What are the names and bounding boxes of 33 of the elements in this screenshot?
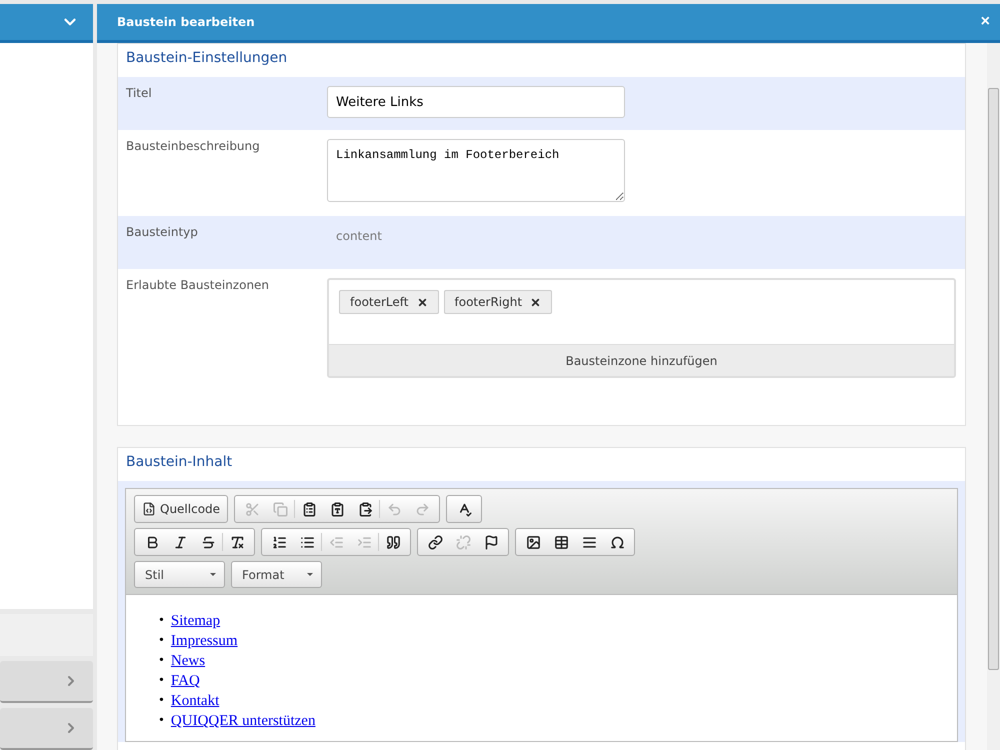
- link[interactable]: FAQ: [170, 671, 200, 691]
- type-value: content: [335, 228, 382, 243]
- field-label: Erlaubte Bausteinzonen: [126, 278, 270, 294]
- source-button[interactable]: Quellcode: [134, 495, 228, 523]
- remove-icon[interactable]: [416, 296, 428, 308]
- remove-icon[interactable]: [530, 296, 542, 308]
- field-label: Bausteintyp: [126, 225, 199, 241]
- style-dropdown[interactable]: Stil: [134, 561, 225, 588]
- section-heading: Baustein-Einstellungen: [125, 49, 288, 68]
- link[interactable]: News: [170, 651, 206, 671]
- link[interactable]: QUIQQER unterstützen: [170, 711, 316, 731]
- bullet: •: [159, 672, 164, 690]
- bullet: •: [159, 612, 164, 630]
- bullet: •: [159, 632, 164, 650]
- code-file-icon: [142, 502, 156, 516]
- add-zone-button[interactable]: Bausteinzone hinzufügen: [329, 344, 954, 376]
- tag-label: footerRight: [454, 295, 522, 309]
- link[interactable]: Kontakt: [170, 691, 220, 711]
- title-input[interactable]: Weitere Links: [327, 86, 625, 118]
- tag-label: footerLeft: [350, 295, 409, 309]
- close-button[interactable]: ×: [980, 13, 990, 31]
- bullet: •: [159, 692, 164, 710]
- link[interactable]: Impressum: [170, 631, 238, 651]
- description-textarea[interactable]: Linkansammlung im Footerbereich: [327, 139, 625, 202]
- dialog-title: Baustein bearbeiten: [117, 15, 255, 29]
- field-label: Bausteinbeschreibung: [126, 139, 261, 155]
- bullet: •: [159, 652, 164, 670]
- link[interactable]: Sitemap: [170, 611, 220, 631]
- field-label: Titel: [126, 86, 153, 102]
- style-dropdown[interactable]: Format: [231, 561, 322, 588]
- scrollbar[interactable]: [987, 43, 1000, 750]
- bullet: •: [159, 712, 164, 730]
- section-heading: Baustein-Inhalt: [125, 453, 234, 472]
